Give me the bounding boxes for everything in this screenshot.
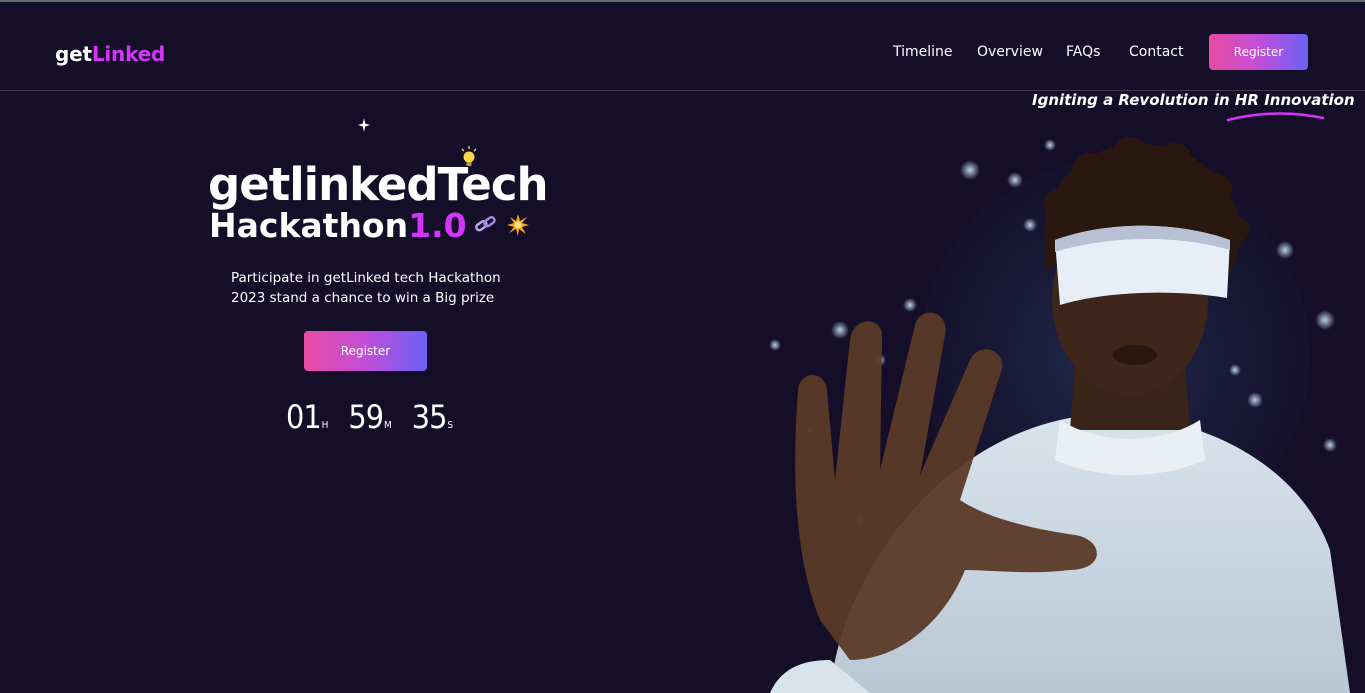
timer-hours-unit: H — [321, 420, 329, 431]
site-header: getLinked Timeline Overview FAQs Contact… — [0, 2, 1365, 91]
hero-register-button[interactable]: Register — [304, 331, 427, 371]
page: getLinked Timeline Overview FAQs Contact… — [0, 0, 1365, 693]
countdown-timer: 01H 59M 35S — [286, 398, 453, 436]
hero-title-line2: Hackathon1.0 — [209, 206, 530, 245]
hero-title-hackathon: Hackathon — [209, 206, 409, 245]
hero-description-line1: Participate in getLinked tech Hackathon — [231, 270, 501, 286]
timer-seconds: 35S — [412, 398, 453, 436]
timer-minutes: 59M — [348, 398, 391, 436]
hero-version: 1.0 — [408, 206, 467, 245]
timer-hours: 01H — [286, 398, 328, 436]
logo-accent: Linked — [91, 42, 166, 66]
nav-faqs[interactable]: FAQs — [1066, 44, 1100, 60]
nav-timeline[interactable]: Timeline — [893, 44, 953, 60]
chain-link-icon — [467, 216, 499, 243]
hero-vr-person-image — [769, 137, 1350, 693]
nav-contact[interactable]: Contact — [1129, 44, 1183, 60]
timer-minutes-value: 59 — [348, 398, 384, 436]
logo[interactable]: getLinked — [55, 42, 165, 66]
timer-seconds-value: 35 — [411, 398, 448, 436]
timer-seconds-unit: S — [447, 420, 454, 431]
sparkle-icon — [358, 118, 370, 135]
timer-hours-value: 01 — [286, 398, 322, 436]
hero-title-line1: getlinkedTech — [208, 158, 549, 211]
timer-minutes-unit: M — [384, 420, 392, 431]
hero-description-line2: 2023 stand a chance to win a Big prize — [231, 290, 495, 306]
header-register-button[interactable]: Register — [1209, 34, 1308, 70]
logo-prefix: get — [55, 42, 92, 66]
hero-description: Participate in getLinked tech Hackathon … — [231, 268, 531, 308]
nav-overview[interactable]: Overview — [977, 44, 1043, 60]
collision-icon — [498, 214, 530, 243]
